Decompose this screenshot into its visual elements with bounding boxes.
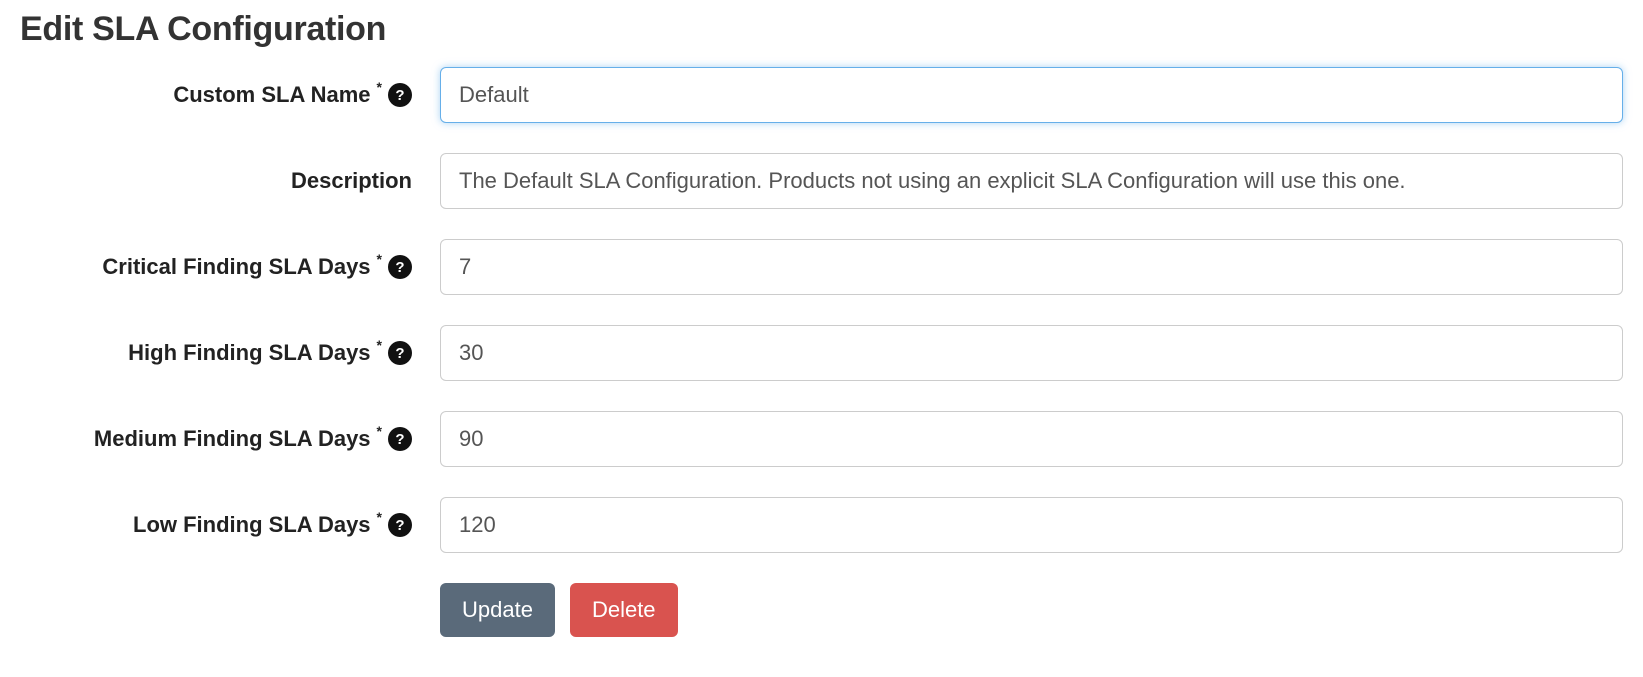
label-critical: Critical Finding SLA Days * ?	[20, 254, 440, 280]
row-low: Low Finding SLA Days * ?	[20, 497, 1623, 553]
input-wrap	[440, 325, 1623, 381]
form-actions: Update Delete	[440, 583, 1623, 637]
label-text: Medium Finding SLA Days	[94, 426, 371, 452]
label-low: Low Finding SLA Days * ?	[20, 512, 440, 538]
input-wrap	[440, 153, 1623, 209]
label-text: Critical Finding SLA Days	[102, 254, 370, 280]
description-input[interactable]	[440, 153, 1623, 209]
required-marker: *	[377, 509, 382, 525]
row-high: High Finding SLA Days * ?	[20, 325, 1623, 381]
help-icon[interactable]: ?	[388, 513, 412, 537]
label-text: Description	[291, 168, 412, 194]
label-text: Low Finding SLA Days	[133, 512, 371, 538]
label-high: High Finding SLA Days * ?	[20, 340, 440, 366]
label-custom-sla-name: Custom SLA Name * ?	[20, 82, 440, 108]
delete-button[interactable]: Delete	[570, 583, 678, 637]
input-wrap	[440, 411, 1623, 467]
required-marker: *	[377, 423, 382, 439]
medium-sla-input[interactable]	[440, 411, 1623, 467]
row-medium: Medium Finding SLA Days * ?	[20, 411, 1623, 467]
high-sla-input[interactable]	[440, 325, 1623, 381]
update-button[interactable]: Update	[440, 583, 555, 637]
required-marker: *	[377, 79, 382, 95]
label-text: Custom SLA Name	[173, 82, 370, 108]
help-icon[interactable]: ?	[388, 341, 412, 365]
label-medium: Medium Finding SLA Days * ?	[20, 426, 440, 452]
label-description: Description	[20, 168, 440, 194]
input-wrap	[440, 67, 1623, 123]
input-wrap	[440, 497, 1623, 553]
critical-sla-input[interactable]	[440, 239, 1623, 295]
row-custom-sla-name: Custom SLA Name * ?	[20, 67, 1623, 123]
required-marker: *	[377, 251, 382, 267]
help-icon[interactable]: ?	[388, 83, 412, 107]
row-description: Description	[20, 153, 1623, 209]
label-text: High Finding SLA Days	[128, 340, 370, 366]
row-critical: Critical Finding SLA Days * ?	[20, 239, 1623, 295]
required-marker: *	[377, 337, 382, 353]
custom-sla-name-input[interactable]	[440, 67, 1623, 123]
help-icon[interactable]: ?	[388, 255, 412, 279]
low-sla-input[interactable]	[440, 497, 1623, 553]
page-title: Edit SLA Configuration	[20, 10, 1623, 49]
help-icon[interactable]: ?	[388, 427, 412, 451]
input-wrap	[440, 239, 1623, 295]
